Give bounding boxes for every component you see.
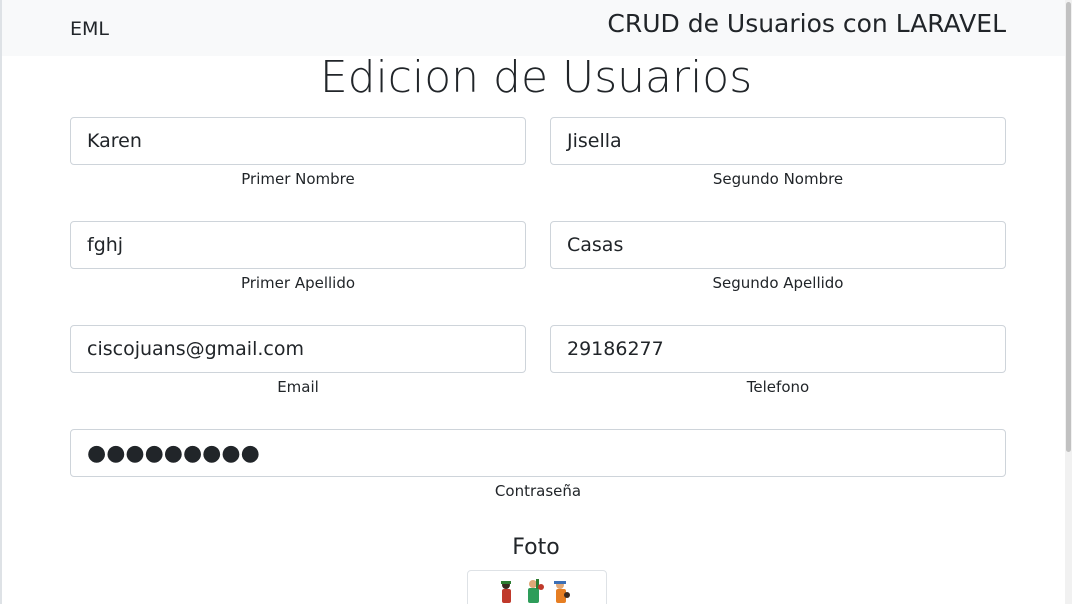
scrollbar-track[interactable]	[1065, 0, 1072, 604]
telefono-label: Telefono	[746, 378, 810, 396]
navbar: EML CRUD de Usuarios con LARAVEL	[2, 0, 1065, 56]
segundo-nombre-label: Segundo Nombre	[712, 170, 844, 188]
primer-apellido-group: fghj Primer Apellido	[70, 221, 526, 292]
page-title: Edicion de Usuarios	[319, 52, 753, 103]
primer-nombre-group: Karen Primer Nombre	[70, 117, 526, 188]
segundo-nombre-input[interactable]: Jisella	[550, 117, 1006, 165]
foto-title: Foto	[512, 535, 560, 560]
primer-apellido-input[interactable]: fghj	[70, 221, 526, 269]
scrollbar-thumb[interactable]	[1066, 2, 1071, 452]
telefono-input[interactable]: 29186277	[550, 325, 1006, 373]
navbar-title: CRUD de Usuarios con LARAVEL	[607, 9, 1006, 38]
segundo-apellido-group: Casas Segundo Apellido	[550, 221, 1006, 292]
primer-nombre-label: Primer Nombre	[241, 170, 355, 188]
user-photo	[467, 570, 607, 604]
primer-apellido-label: Primer Apellido	[240, 274, 356, 292]
brand-link[interactable]: EML	[70, 18, 109, 40]
email-label: Email	[277, 378, 319, 396]
user-photo-illustration	[501, 579, 570, 603]
telefono-group: 29186277 Telefono	[550, 325, 1006, 396]
segundo-apellido-label: Segundo Apellido	[712, 274, 844, 292]
segundo-nombre-group: Jisella Segundo Nombre	[550, 117, 1006, 188]
email-input[interactable]: ciscojuans@gmail.com	[70, 325, 526, 373]
contrasena-label: Contraseña	[494, 482, 582, 500]
contrasena-group: ●●●●●●●●● Contraseña	[70, 429, 1006, 500]
segundo-apellido-input[interactable]: Casas	[550, 221, 1006, 269]
primer-nombre-input[interactable]: Karen	[70, 117, 526, 165]
contrasena-input[interactable]: ●●●●●●●●●	[70, 429, 1006, 477]
email-group: ciscojuans@gmail.com Email	[70, 325, 526, 396]
